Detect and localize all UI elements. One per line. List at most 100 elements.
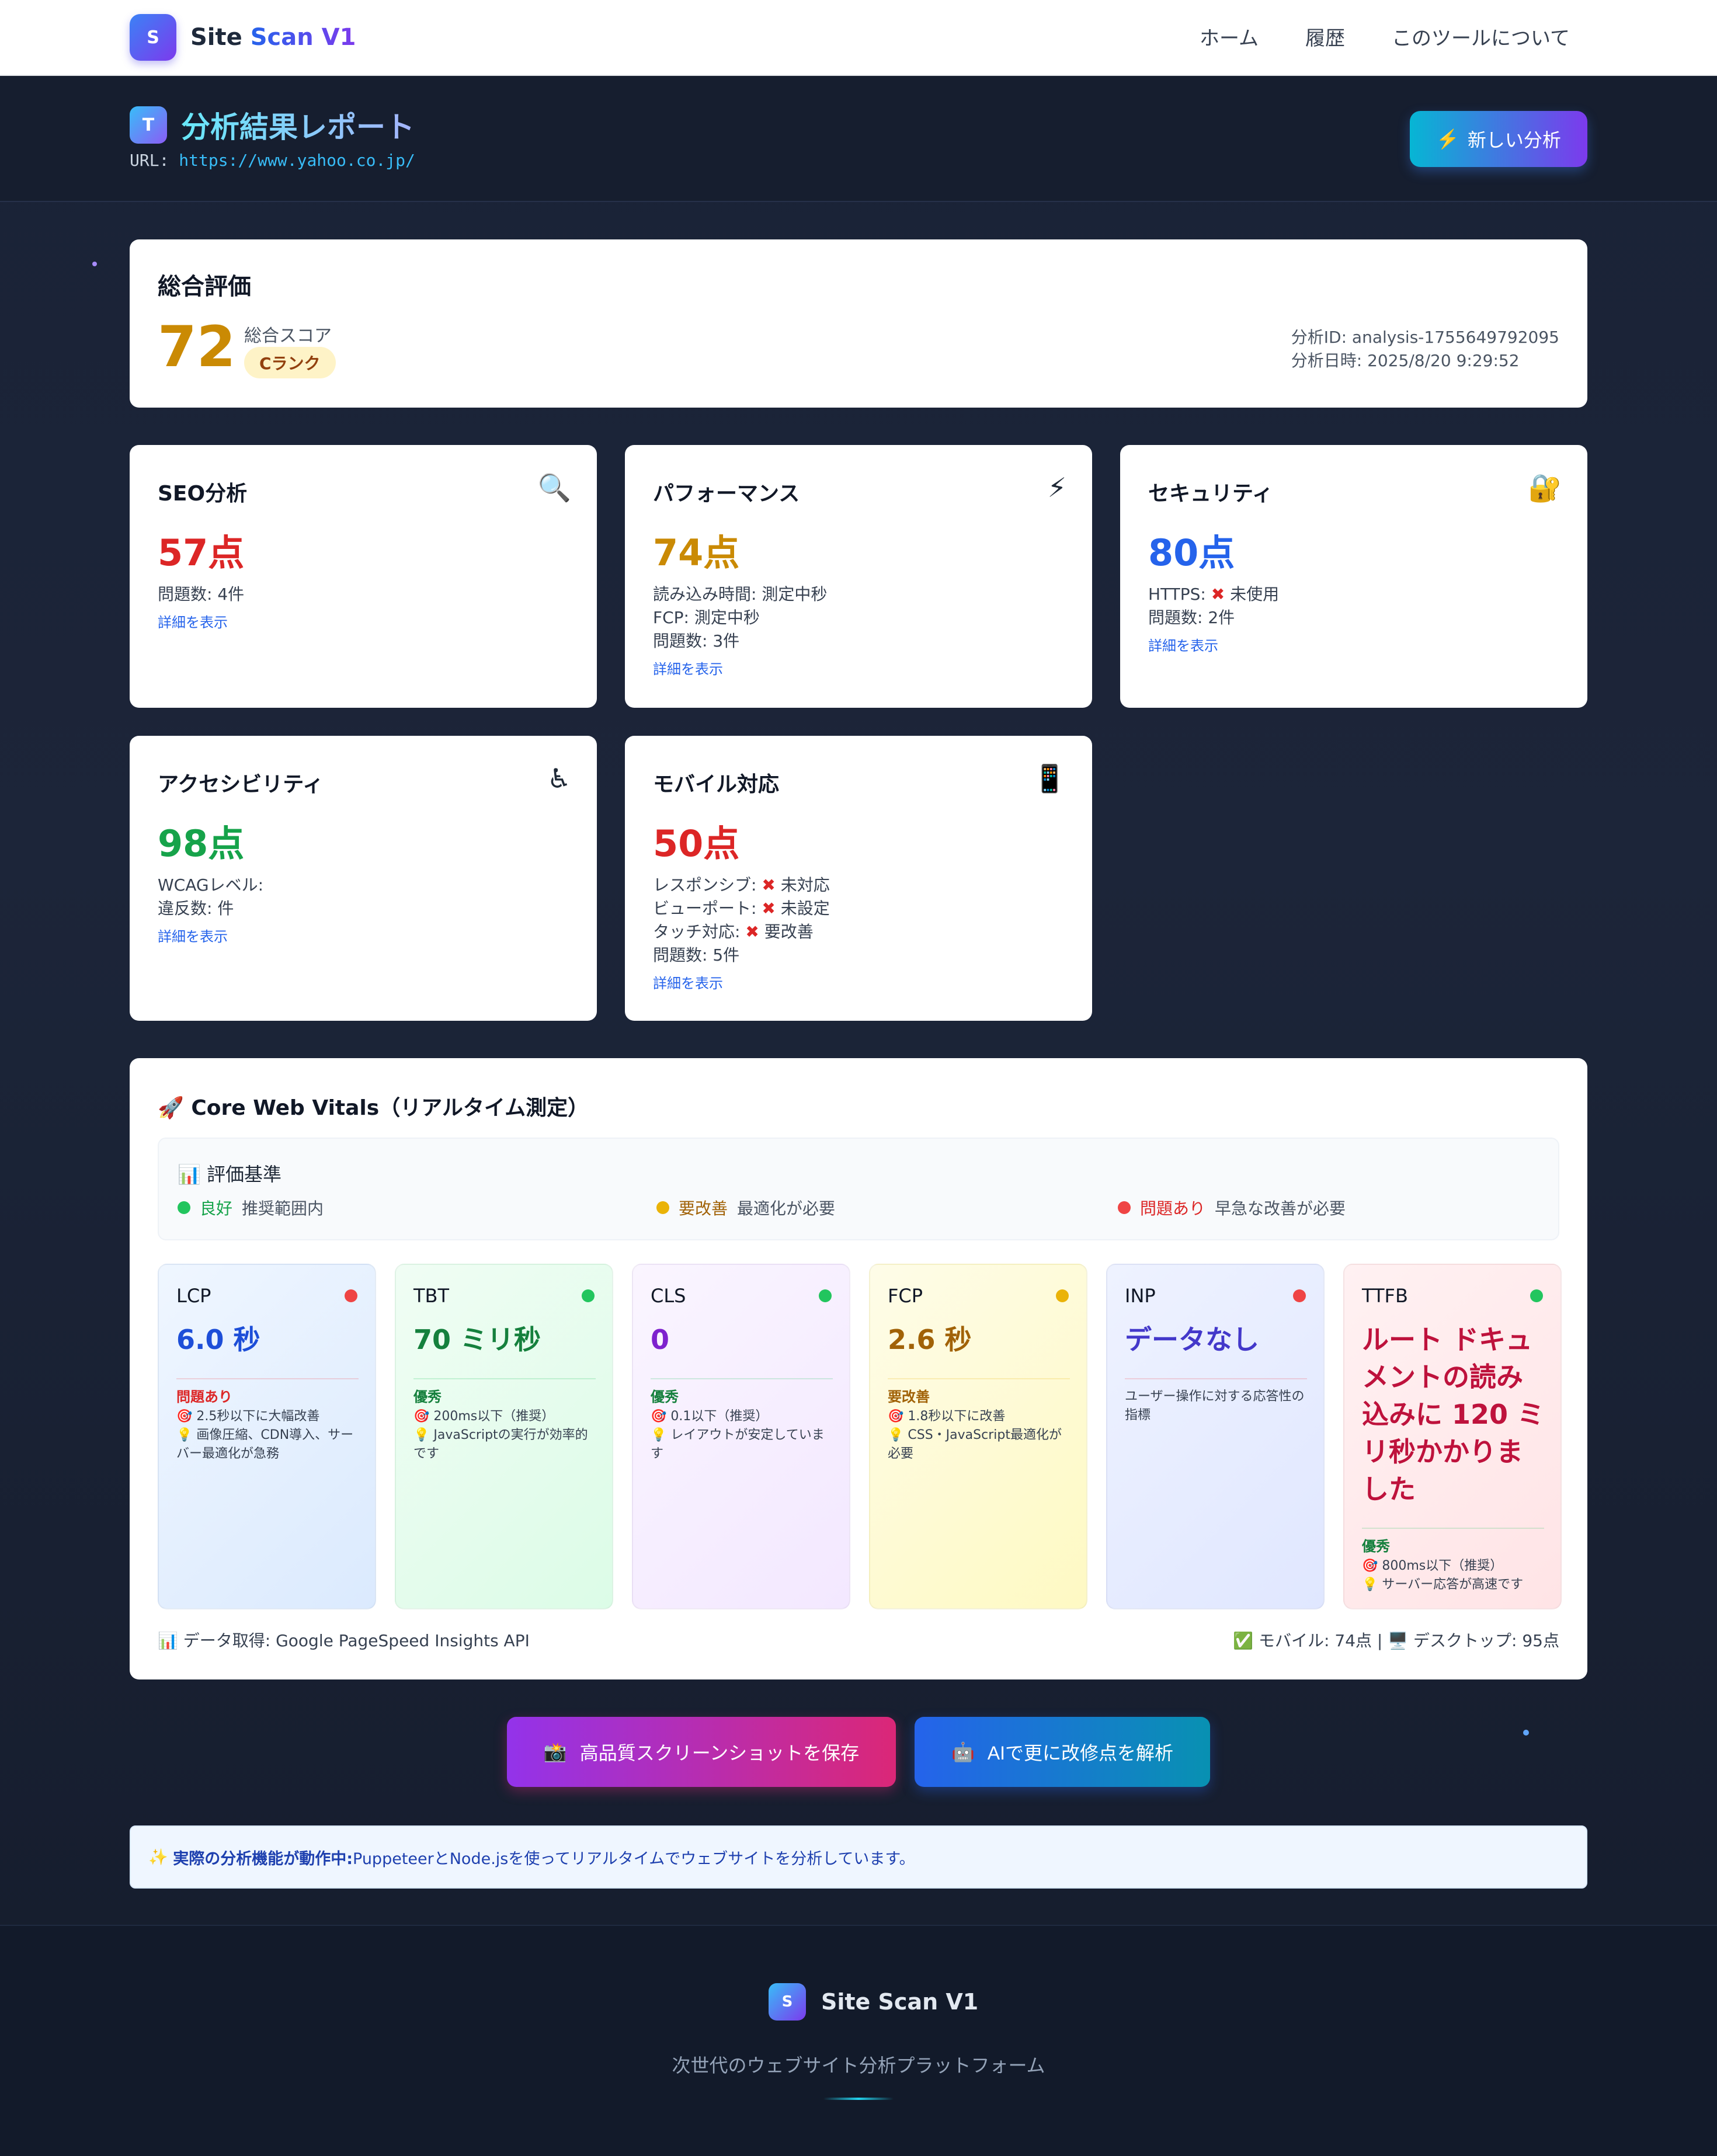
seo-issues: 問題数: 4件 <box>158 585 245 604</box>
criteria-poor: 問題あり 早急な改善が必要 <box>1118 1196 1346 1219</box>
vital-status: 優秀 <box>651 1389 679 1405</box>
mobile-details-link[interactable]: 詳細を表示 <box>653 972 830 995</box>
touch-status: タッチ対応: ✖ 要改善 <box>653 922 814 941</box>
nav-link-home[interactable]: ホーム <box>1200 22 1259 51</box>
vital-details: ユーザー操作に対する応答性の指標 <box>1125 1378 1309 1425</box>
nav-links: ホーム 履歴 このツールについて <box>1200 22 1570 51</box>
security-details-link[interactable]: 詳細を表示 <box>1148 634 1279 658</box>
vital-name: CLS <box>651 1285 686 1307</box>
mobile-title: モバイル対応 <box>653 773 780 797</box>
violation-count: 違反数: 件 <box>158 899 234 918</box>
criteria-box: 📊 評価基準 良好 推奨範囲内 要改善 最適化が必要 問題あり 早急な改善が必要 <box>158 1138 1559 1240</box>
criteria-legend: 良好 推奨範囲内 要改善 最適化が必要 問題あり 早急な改善が必要 <box>178 1196 1544 1219</box>
mobile-details: レスポンシブ: ✖ 未対応 ビューポート: ✖ 未設定 タッチ対応: ✖ 要改善… <box>653 874 830 995</box>
divider <box>651 1378 833 1379</box>
vital-status: 問題あり <box>176 1389 232 1405</box>
analysis-meta: 分析ID: analysis-1755649792095 分析日時: 2025/… <box>1291 326 1559 373</box>
magnifier-icon: 🔍 <box>537 472 571 503</box>
vital-value: 2.6 秒 <box>888 1324 972 1355</box>
vital-value: 6.0 秒 <box>176 1324 260 1355</box>
vital-name: FCP <box>888 1285 923 1307</box>
save-screenshot-button[interactable]: 📸 高品質スクリーンショットを保存 <box>507 1717 896 1787</box>
vital-value: データなし <box>1125 1324 1259 1355</box>
camera-icon: 📸 <box>543 1741 567 1762</box>
seo-details: 問題数: 4件 詳細を表示 <box>158 583 244 634</box>
nav-link-about[interactable]: このツールについて <box>1392 22 1570 51</box>
seo-card: SEO分析 🔍 57点 問題数: 4件 詳細を表示 <box>130 445 597 708</box>
security-score: 80点 <box>1148 531 1235 574</box>
vital-value: ルート ドキュメントの読み込みに 120 ミリ秒かかりました <box>1362 1324 1545 1505</box>
vital-details: 要改善 🎯 1.8秒以下に改善 💡 CSS・JavaScript最適化が必要 <box>888 1378 1072 1463</box>
analysis-id: 分析ID: analysis-1755649792095 <box>1291 328 1559 347</box>
performance-score: 74点 <box>653 531 740 574</box>
report-header: T 分析結果レポート URL: https://www.yahoo.co.jp/… <box>0 76 1717 202</box>
red-dot-icon <box>1118 1201 1131 1214</box>
accessibility-details-link[interactable]: 詳細を表示 <box>158 925 263 948</box>
vital-target: ユーザー操作に対する応答性の指標 <box>1125 1389 1305 1423</box>
lightning-icon: ⚡ <box>1047 472 1066 503</box>
robot-icon: 🤖 <box>951 1741 975 1762</box>
https-status: HTTPS: ✖ 未使用 <box>1148 585 1280 604</box>
nav-link-history[interactable]: 履歴 <box>1305 22 1345 51</box>
info-notice: ✨ 実際の分析機能が動作中: PuppeteerとNode.jsを使ってリアルタ… <box>130 1825 1587 1889</box>
vital-target: 🎯 1.8秒以下に改善 <box>888 1409 1006 1424</box>
overall-score-card: 総合評価 72 総合スコア Cランク 分析ID: analysis-175564… <box>130 239 1587 408</box>
top-navbar: S Site Scan V1 ホーム 履歴 このツールについて <box>0 0 1717 76</box>
footer-tagline: 次世代のウェブサイト分析プラットフォーム <box>672 2054 1045 2077</box>
performance-details: 読み込み時間: 測定中秒 FCP: 測定中秒 問題数: 3件 詳細を表示 <box>653 583 827 681</box>
vital-card-lcp: LCP 6.0 秒問題あり 🎯 2.5秒以下に大幅改善 💡 画像圧縮、CDN導入、サー… <box>158 1264 376 1609</box>
ai-analysis-button[interactable]: 🤖 AIで更に改修点を解析 <box>915 1717 1210 1787</box>
seo-score: 57点 <box>158 531 245 574</box>
vital-name: TBT <box>413 1285 450 1307</box>
footer-brand-name: Site Scan V1 <box>821 1989 979 2015</box>
analyzed-url: URL: https://www.yahoo.co.jp/ <box>130 151 415 170</box>
criteria-title: 📊 評価基準 <box>178 1163 282 1185</box>
status-dot-icon <box>1530 1289 1543 1302</box>
vital-card-cls: CLS 0 優秀 🎯 0.1以下（推奨） 💡 レイアウトが安定しています <box>632 1264 850 1609</box>
seo-details-link[interactable]: 詳細を表示 <box>158 611 244 634</box>
vital-name: TTFB <box>1362 1285 1408 1307</box>
performance-details-link[interactable]: 詳細を表示 <box>653 658 827 681</box>
security-title: セキュリティ <box>1148 482 1273 506</box>
performance-title: パフォーマンス <box>653 482 800 506</box>
analysis-date: 分析日時: 2025/8/20 9:29:52 <box>1291 351 1520 370</box>
vital-status: 要改善 <box>888 1389 930 1405</box>
cross-icon: ✖ <box>762 899 776 918</box>
accessibility-card: アクセシビリティ ♿ 98点 WCAGレベル: 違反数: 件 詳細を表示 <box>130 736 597 1021</box>
vital-details: 問題あり 🎯 2.5秒以下に大幅改善 💡 画像圧縮、CDN導入、サーバー最適化が急務 <box>176 1378 361 1463</box>
divider <box>1125 1378 1307 1379</box>
rank-badge: Cランク <box>244 347 336 378</box>
divider <box>413 1378 596 1379</box>
mobile-card: モバイル対応 📱 50点 レスポンシブ: ✖ 未対応 ビューポート: ✖ 未設定… <box>625 736 1092 1021</box>
vital-status: 優秀 <box>413 1389 442 1405</box>
status-dot-icon <box>582 1289 595 1302</box>
responsive-status: レスポンシブ: ✖ 未対応 <box>653 875 830 895</box>
green-dot-icon <box>178 1201 190 1214</box>
analyzed-url-link[interactable]: https://www.yahoo.co.jp/ <box>179 151 415 170</box>
criteria-needs-improvement: 要改善 最適化が必要 <box>656 1196 835 1219</box>
brand-name: Site Scan V1 <box>190 24 356 51</box>
new-analysis-button[interactable]: ⚡ 新しい分析 <box>1410 111 1587 167</box>
security-details: HTTPS: ✖ 未使用 問題数: 2件 詳細を表示 <box>1148 583 1279 658</box>
vital-target: 🎯 2.5秒以下に大幅改善 <box>176 1409 320 1424</box>
vital-target: 🎯 200ms以下（推奨） <box>413 1409 555 1424</box>
phone-icon: 📱 <box>1033 763 1066 794</box>
vital-value: 0 <box>651 1324 670 1355</box>
security-card: セキュリティ 🔐 80点 HTTPS: ✖ 未使用 問題数: 2件 詳細を表示 <box>1120 445 1587 708</box>
performance-issues: 問題数: 3件 <box>653 631 740 651</box>
viewport-status: ビューポート: ✖ 未設定 <box>653 899 830 918</box>
vital-status: 優秀 <box>1362 1538 1390 1555</box>
vital-tip: 💡 CSS・JavaScript最適化が必要 <box>888 1428 1062 1461</box>
decorative-dot <box>1523 1730 1529 1736</box>
status-dot-icon <box>819 1289 832 1302</box>
footer-logo-icon: S <box>769 1983 806 2021</box>
sparkle-icon: ✨ <box>148 1848 168 1866</box>
fcp-line: FCP: 測定中秒 <box>653 608 760 627</box>
brand[interactable]: S Site Scan V1 <box>130 14 356 61</box>
load-time: 読み込み時間: 測定中秒 <box>653 585 828 604</box>
cross-icon: ✖ <box>745 922 759 941</box>
overall-score: 72 <box>158 314 236 380</box>
mobile-score: 50点 <box>653 822 740 865</box>
vital-details: 優秀 🎯 200ms以下（推奨） 💡 JavaScriptの実行が効率的です <box>413 1378 598 1463</box>
accessibility-title: アクセシビリティ <box>158 773 324 797</box>
